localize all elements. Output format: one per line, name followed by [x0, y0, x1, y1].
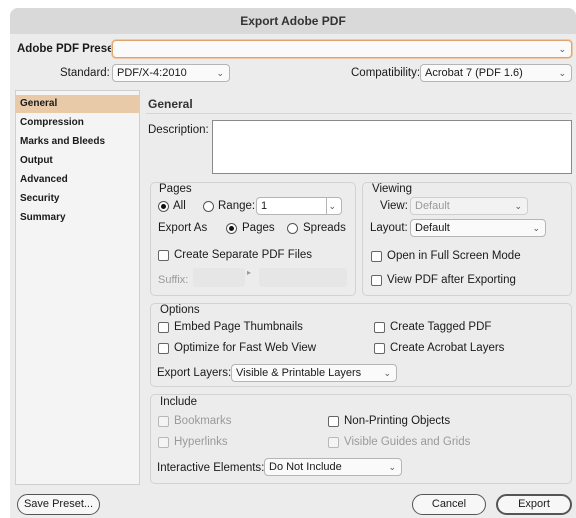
optimize-web-checkbox[interactable] [158, 343, 169, 354]
tagged-pdf-label: Create Tagged PDF [390, 321, 492, 333]
sidebar-item-advanced[interactable]: Advanced [16, 171, 139, 189]
chevron-down-icon: ⌄ [383, 368, 391, 378]
all-pages-radio[interactable] [158, 201, 169, 212]
view-value: Default [415, 200, 450, 212]
standard-value: PDF/X-4:2010 [117, 67, 187, 79]
layout-value: Default [415, 222, 450, 234]
range-label: Range: [218, 200, 256, 212]
fullscreen-checkbox[interactable] [371, 251, 382, 262]
export-layers-label: Export Layers: [157, 367, 232, 379]
layout-dropdown[interactable]: Default ⌄ [410, 219, 546, 237]
export-spreads-label: Spreads [303, 222, 346, 234]
standard-label: Standard: [60, 67, 110, 79]
heading-divider [146, 113, 572, 114]
interactive-elements-dropdown[interactable]: Do Not Include ⌄ [264, 458, 402, 476]
suffix-label: Suffix: [158, 274, 189, 286]
description-field[interactable] [212, 120, 572, 174]
all-pages-label: All [173, 200, 186, 212]
sidebar-item-compression[interactable]: Compression [16, 114, 139, 132]
preset-dropdown[interactable]: ⌄ [112, 40, 572, 58]
sidebar: General Compression Marks and Bleeds Out… [15, 90, 140, 485]
tagged-pdf-checkbox[interactable] [374, 322, 385, 333]
suffix-token-field [259, 268, 347, 287]
sidebar-item-summary[interactable]: Summary [16, 209, 139, 227]
separate-files-label: Create Separate PDF Files [174, 249, 313, 261]
compatibility-value: Acrobat 7 (PDF 1.6) [425, 67, 523, 79]
optimize-web-label: Optimize for Fast Web View [174, 342, 317, 354]
chevron-down-icon: ⌄ [514, 201, 522, 211]
view-after-export-checkbox[interactable] [371, 275, 382, 286]
export-layers-dropdown[interactable]: Visible & Printable Layers ⌄ [231, 364, 397, 382]
viewing-group-title: Viewing [372, 183, 413, 195]
layout-label: Layout: [370, 222, 408, 234]
non-printing-checkbox[interactable] [328, 416, 339, 427]
view-dropdown[interactable]: Default ⌄ [410, 197, 528, 215]
save-preset-button[interactable]: Save Preset... [17, 494, 100, 515]
combo-divider [326, 198, 327, 214]
acrobat-layers-label: Create Acrobat Layers [390, 342, 505, 354]
chevron-down-icon: ⌄ [388, 462, 396, 472]
export-as-label: Export As [158, 222, 208, 234]
guides-grids-label: Visible Guides and Grids [344, 436, 471, 448]
chevron-down-icon: ⌄ [558, 44, 566, 54]
bookmarks-checkbox[interactable] [158, 416, 169, 427]
sidebar-item-output[interactable]: Output [16, 152, 139, 170]
sidebar-item-general[interactable]: General [16, 95, 139, 113]
separate-files-checkbox[interactable] [158, 250, 169, 261]
standard-dropdown[interactable]: PDF/X-4:2010 ⌄ [112, 64, 230, 82]
bookmarks-label: Bookmarks [174, 415, 232, 427]
embed-thumbnails-label: Embed Page Thumbnails [174, 321, 303, 333]
description-label: Description: [148, 124, 209, 136]
hyperlinks-checkbox[interactable] [158, 437, 169, 448]
include-group-title: Include [160, 396, 198, 408]
caret-right-icon: ▸ [247, 268, 252, 277]
fullscreen-label: Open in Full Screen Mode [387, 250, 521, 262]
acrobat-layers-checkbox[interactable] [374, 343, 385, 354]
range-combo[interactable]: 1 ⌄ [256, 197, 342, 215]
window-title: Export Adobe PDF [10, 8, 576, 34]
compatibility-dropdown[interactable]: Acrobat 7 (PDF 1.6) ⌄ [420, 64, 572, 82]
preset-label: Adobe PDF Preset: [17, 43, 122, 55]
range-radio[interactable] [203, 201, 214, 212]
view-label: View: [380, 200, 408, 212]
sidebar-item-security[interactable]: Security [16, 190, 139, 208]
suffix-field [193, 268, 245, 287]
export-pages-radio[interactable] [226, 223, 237, 234]
hyperlinks-label: Hyperlinks [174, 436, 228, 448]
range-value: 1 [261, 200, 268, 212]
view-after-export-label: View PDF after Exporting [387, 274, 516, 286]
embed-thumbnails-checkbox[interactable] [158, 322, 169, 333]
chevron-down-icon: ⌄ [532, 223, 540, 233]
compatibility-label: Compatibility: [351, 67, 421, 79]
chevron-down-icon: ⌄ [328, 201, 336, 211]
guides-grids-checkbox[interactable] [328, 437, 339, 448]
export-layers-value: Visible & Printable Layers [236, 367, 362, 379]
non-printing-label: Non-Printing Objects [344, 415, 451, 427]
interactive-elements-value: Do Not Include [269, 461, 342, 473]
section-heading: General [148, 97, 193, 111]
options-group-title: Options [160, 304, 200, 316]
chevron-down-icon: ⌄ [216, 68, 224, 78]
sidebar-item-marks-and-bleeds[interactable]: Marks and Bleeds [16, 133, 139, 151]
export-spreads-radio[interactable] [287, 223, 298, 234]
pages-group-title: Pages [159, 183, 192, 195]
export-pages-label: Pages [242, 222, 275, 234]
cancel-button[interactable]: Cancel [412, 494, 486, 515]
export-button[interactable]: Export [496, 494, 572, 515]
interactive-elements-label: Interactive Elements: [157, 462, 265, 474]
chevron-down-icon: ⌄ [558, 68, 566, 78]
